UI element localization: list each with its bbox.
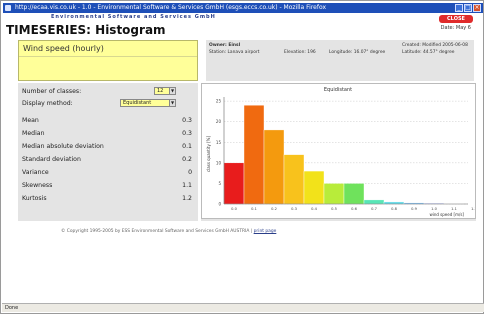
settings-panel: Number of classes: 12 ▼ Display method: …	[18, 83, 198, 221]
x-tick-label: 1.0	[431, 207, 437, 211]
stat-value: 1.2	[182, 194, 192, 202]
stat-row: Median 0.3	[22, 128, 192, 138]
y-tick-label: 25	[216, 99, 222, 104]
stat-row: Skewness 1.1	[22, 180, 192, 190]
display-select[interactable]: Equidistant ▼	[120, 99, 176, 107]
histogram-bar	[243, 105, 265, 205]
window-close-icon[interactable]: ×	[473, 4, 481, 12]
station-name: Station: Lanava airport	[209, 50, 260, 55]
variable-name: Wind speed (hourly)	[23, 44, 104, 53]
stat-row: Standard deviation 0.2	[22, 154, 192, 164]
chart-bars	[223, 105, 465, 205]
x-tick-label: 0.4	[311, 207, 317, 211]
stat-value: 0.2	[182, 155, 192, 163]
x-tick-label: 0.5	[331, 207, 337, 211]
minimize-icon[interactable]: _	[455, 4, 463, 12]
maximize-icon[interactable]: □	[464, 4, 472, 12]
y-tick-label: 15	[216, 140, 222, 145]
histogram-bar	[343, 183, 365, 205]
chart-x-axis-label: wind speed [m/s]	[429, 212, 464, 217]
station-latitude: Latitude: 44.57° degree	[402, 50, 455, 55]
classes-value: 12	[157, 88, 164, 94]
classes-select[interactable]: 12 ▼	[154, 87, 176, 95]
stat-label: Kurtosis	[22, 194, 47, 202]
stat-label: Median absolute deviation	[22, 142, 104, 150]
y-tick-label: 0	[218, 202, 221, 207]
display-label: Display method:	[22, 99, 73, 107]
y-tick-label: 10	[216, 160, 222, 165]
classes-label: Number of classes:	[22, 87, 82, 95]
y-tick-label: 20	[216, 119, 222, 124]
stat-label: Skewness	[22, 181, 53, 189]
stat-value: 0.3	[182, 129, 192, 137]
copyright-text: © Copyright 1995-2005 by ESS Environment…	[61, 229, 253, 234]
x-tick-label: 0.1	[251, 207, 257, 211]
chevron-down-icon[interactable]: ▼	[169, 88, 175, 94]
chart-title: Equidistant	[324, 87, 352, 93]
display-value: Equidistant	[123, 100, 152, 106]
variable-divider	[19, 56, 197, 57]
station-longitude: Longitude: 16.07° degree	[329, 50, 386, 55]
histogram-chart: Equidistant class quantity [%] wind spee…	[206, 87, 477, 217]
chart-y-axis-label: class quantity [%]	[206, 136, 211, 173]
stat-label: Median	[22, 129, 45, 137]
x-tick-label: 0.8	[391, 207, 397, 211]
date-label: Date: May 6	[440, 25, 471, 31]
stat-label: Variance	[22, 168, 49, 176]
stat-label: Standard deviation	[22, 155, 81, 163]
x-tick-label: 0.3	[291, 207, 297, 211]
browser-icon	[5, 5, 11, 11]
station-metadata: Owner: Einsl Station: Lanava airport Ele…	[206, 40, 474, 81]
browser-window: http://ecaa.vis.co.uk - 1.0 - Environmen…	[0, 0, 484, 314]
chart-panel: Equidistant class quantity [%] wind spee…	[201, 83, 477, 221]
x-tick-label: 1.1	[451, 207, 457, 211]
station-elevation: Elevation: 196	[284, 50, 316, 55]
page-title: TIMESERIES: Histogram	[6, 23, 166, 37]
print-page-link[interactable]: print page	[254, 229, 277, 234]
x-tick-label: 0.2	[271, 207, 277, 211]
stat-row: Median absolute deviation 0.1	[22, 141, 192, 151]
stat-row: Mean 0.3	[22, 115, 192, 125]
chart-x-ticks: 0.0 0.1 0.2 0.3 0.4 0.5 0.6 0.7 0.8 0.9 1.0 1.1 1.2	[231, 207, 477, 211]
chart-y-ticks: 0 5 10 15 20 25	[216, 99, 222, 207]
chevron-down-icon[interactable]: ▼	[169, 100, 175, 106]
x-tick-label: 0.9	[411, 207, 417, 211]
window-title: http://ecaa.vis.co.uk - 1.0 - Environmen…	[15, 4, 326, 11]
stat-label: Mean	[22, 116, 39, 124]
created-date: Created: Modified 2005-06-08	[402, 43, 468, 48]
stat-value: 0	[188, 168, 192, 176]
stat-row: Kurtosis 1.2	[22, 193, 192, 203]
status-bar: Done	[2, 303, 484, 312]
close-button[interactable]: CLOSE	[439, 15, 473, 23]
stat-value: 1.1	[182, 181, 192, 189]
brand-banner: Environmental Software and Services GmbH	[51, 14, 216, 20]
x-tick-label: 0.0	[231, 207, 237, 211]
x-tick-label: 0.6	[351, 207, 357, 211]
owner-label: Owner: Einsl	[209, 43, 241, 48]
histogram-bar	[383, 201, 405, 205]
chart-frame: Equidistant class quantity [%] wind spee…	[201, 83, 477, 219]
y-tick-label: 5	[218, 181, 221, 186]
stat-value: 0.1	[182, 142, 192, 150]
histogram-bar	[323, 183, 345, 205]
copyright-footer: © Copyright 1995-2005 by ESS Environment…	[61, 229, 461, 234]
status-text: Done	[5, 305, 19, 311]
stat-row: Variance 0	[22, 167, 192, 177]
variable-box: Wind speed (hourly)	[18, 40, 198, 81]
histogram-bar	[223, 162, 245, 205]
histogram-bar	[263, 129, 285, 205]
window-controls: _ □ ×	[455, 4, 481, 12]
histogram-bar	[283, 154, 305, 205]
histogram-bar	[363, 199, 385, 205]
x-tick-label: 1.2	[471, 207, 475, 211]
window-titlebar: http://ecaa.vis.co.uk - 1.0 - Environmen…	[3, 3, 483, 13]
stat-value: 0.3	[182, 116, 192, 124]
histogram-bar	[303, 170, 325, 205]
x-tick-label: 0.7	[371, 207, 377, 211]
